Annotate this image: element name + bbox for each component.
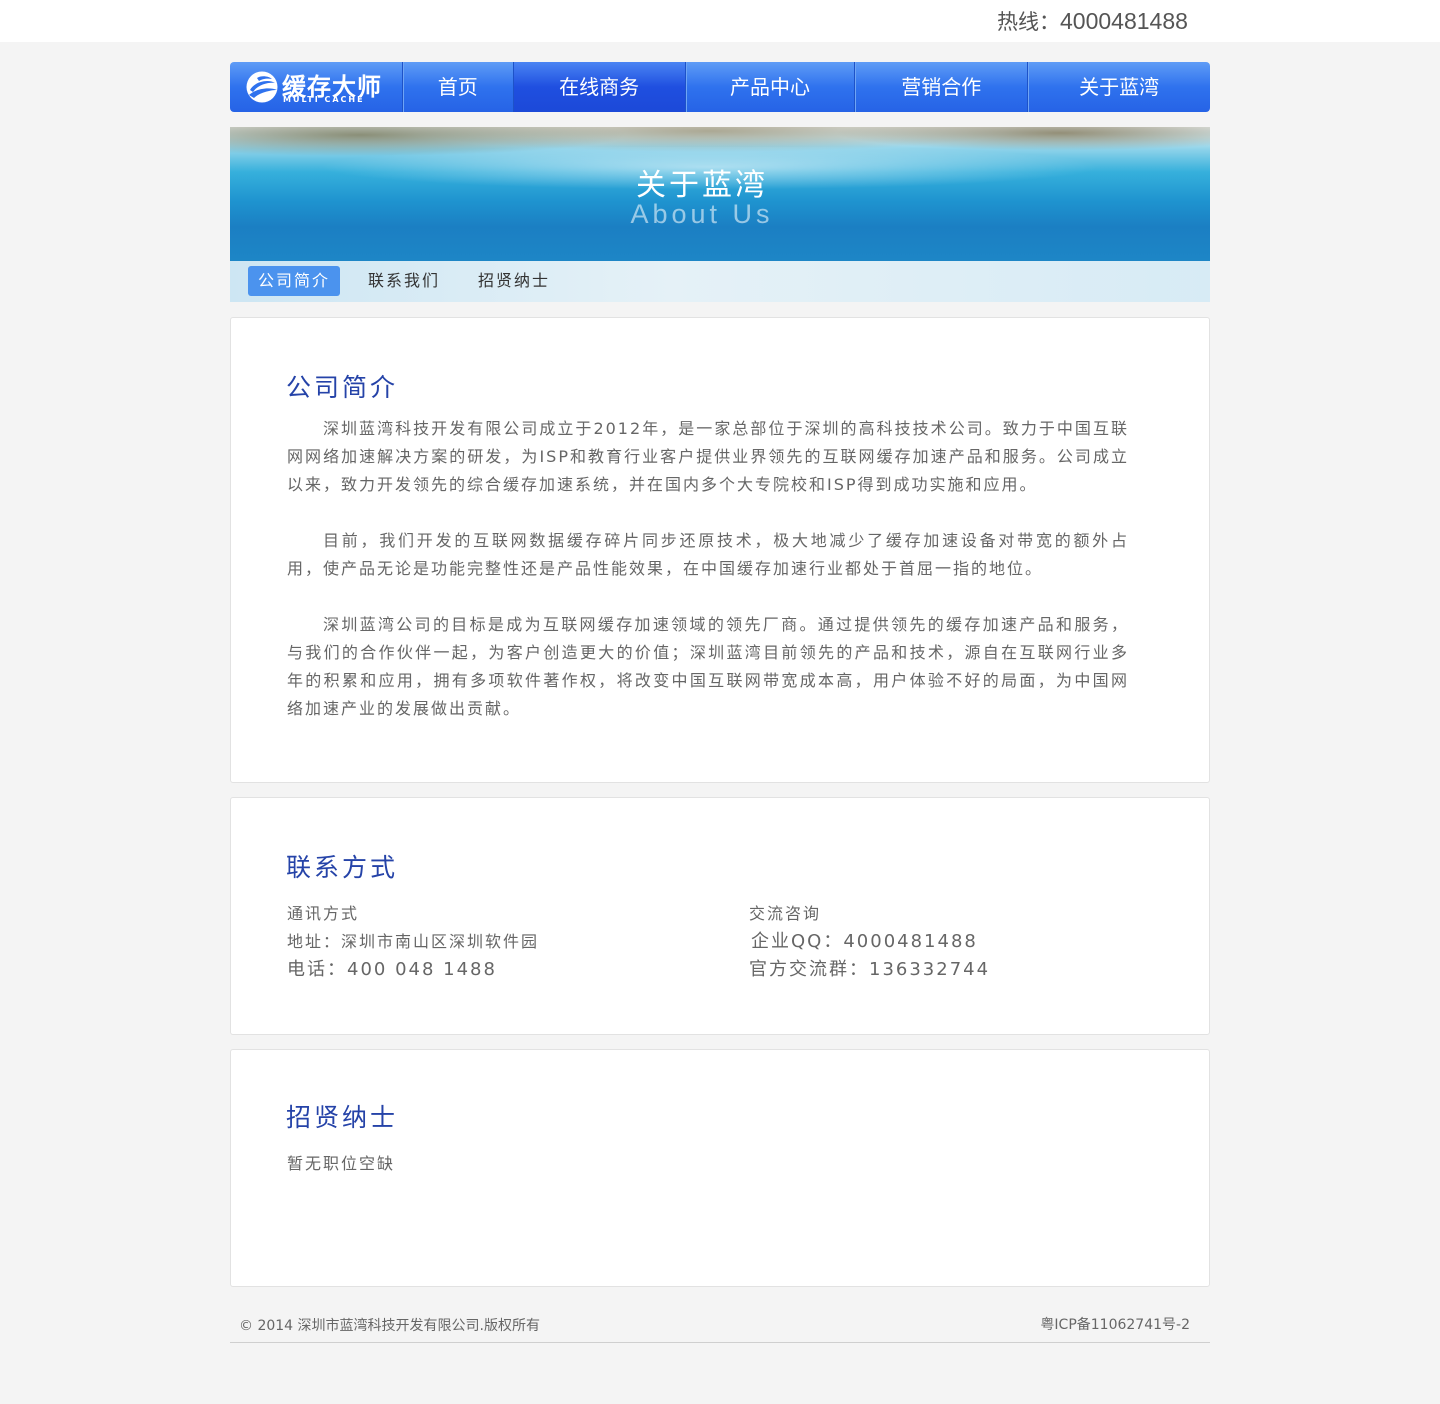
footer-copyright: © 2014 深圳市蓝湾科技开发有限公司.版权所有 bbox=[239, 1318, 540, 1334]
tab-contact-us[interactable]: 联系我们 bbox=[358, 266, 450, 296]
intro-panel: 公司简介 深圳蓝湾科技开发有限公司成立于2012年，是一家总部位于深圳的高科技技… bbox=[230, 317, 1210, 783]
hotline: 热线：4000481488 bbox=[997, 6, 1188, 36]
logo[interactable]: 缓存大师 MULTI CACHE bbox=[230, 62, 403, 112]
contact-qq[interactable]: 企业QQ：4000481488 bbox=[751, 927, 978, 953]
contact-phone: 电话：400 048 1488 bbox=[287, 959, 497, 980]
jobs-text: 暂无职位空缺 bbox=[287, 1154, 396, 1173]
contact-address: 地址：深圳市南山区深圳软件园 bbox=[287, 932, 540, 951]
contact-group[interactable]: 官方交流群：136332744 bbox=[749, 955, 990, 981]
intro-paragraph: 目前，我们开发的互联网数据缓存碎片同步还原技术，极大地减少了缓存加速设备对带宽的… bbox=[287, 531, 1129, 578]
logo-globe-icon bbox=[246, 71, 278, 103]
nav-item-home[interactable]: 首页 bbox=[403, 62, 514, 112]
intro-paragraph: 深圳蓝湾公司的目标是成为互联网缓存加速领域的领先厂商。通过提供领先的缓存加速产品… bbox=[287, 615, 1129, 718]
footer-icp[interactable]: 粤ICP备11062741号-2 bbox=[1040, 1314, 1190, 1334]
contact-left-heading: 通讯方式 bbox=[287, 904, 360, 923]
banner-title: 关于蓝湾 bbox=[636, 168, 768, 203]
hotline-number: 4000481488 bbox=[1060, 8, 1188, 34]
main-nav: 缓存大师 MULTI CACHE 首页 在线商务 产品中心 营销合作 关于蓝湾 bbox=[230, 62, 1210, 112]
banner-subtitle: About Us bbox=[630, 199, 774, 229]
jobs-panel: 招贤纳士 暂无职位空缺 bbox=[230, 1049, 1210, 1287]
contact-panel: 联系方式 通讯方式 地址：深圳市南山区深圳软件园 电话：400 048 1488… bbox=[230, 797, 1210, 1035]
contact-title: 联系方式 bbox=[286, 853, 399, 882]
jobs-title: 招贤纳士 bbox=[286, 1103, 399, 1132]
banner: 关于蓝湾 About Us bbox=[230, 127, 1210, 261]
top-bar: 热线：4000481488 bbox=[0, 0, 1440, 42]
nav-item-marketing[interactable]: 营销合作 bbox=[855, 62, 1029, 112]
nav-item-products[interactable]: 产品中心 bbox=[686, 62, 856, 112]
nav-item-about[interactable]: 关于蓝湾 bbox=[1028, 62, 1210, 112]
tab-careers[interactable]: 招贤纳士 bbox=[468, 266, 560, 296]
footer: © 2014 深圳市蓝湾科技开发有限公司.版权所有 粤ICP备11062741号… bbox=[230, 1304, 1210, 1343]
intro-paragraph: 深圳蓝湾科技开发有限公司成立于2012年，是一家总部位于深圳的高科技技术公司。致… bbox=[287, 419, 1129, 494]
sub-tabs: 公司简介 联系我们 招贤纳士 bbox=[230, 261, 1210, 302]
nav-item-online-business[interactable]: 在线商务 bbox=[513, 62, 686, 112]
hotline-label: 热线： bbox=[997, 10, 1060, 34]
contact-right-heading: 交流咨询 bbox=[749, 904, 822, 923]
logo-subtext: MULTI CACHE bbox=[283, 95, 365, 104]
intro-title: 公司简介 bbox=[286, 373, 399, 402]
tab-company-intro[interactable]: 公司简介 bbox=[248, 266, 341, 296]
